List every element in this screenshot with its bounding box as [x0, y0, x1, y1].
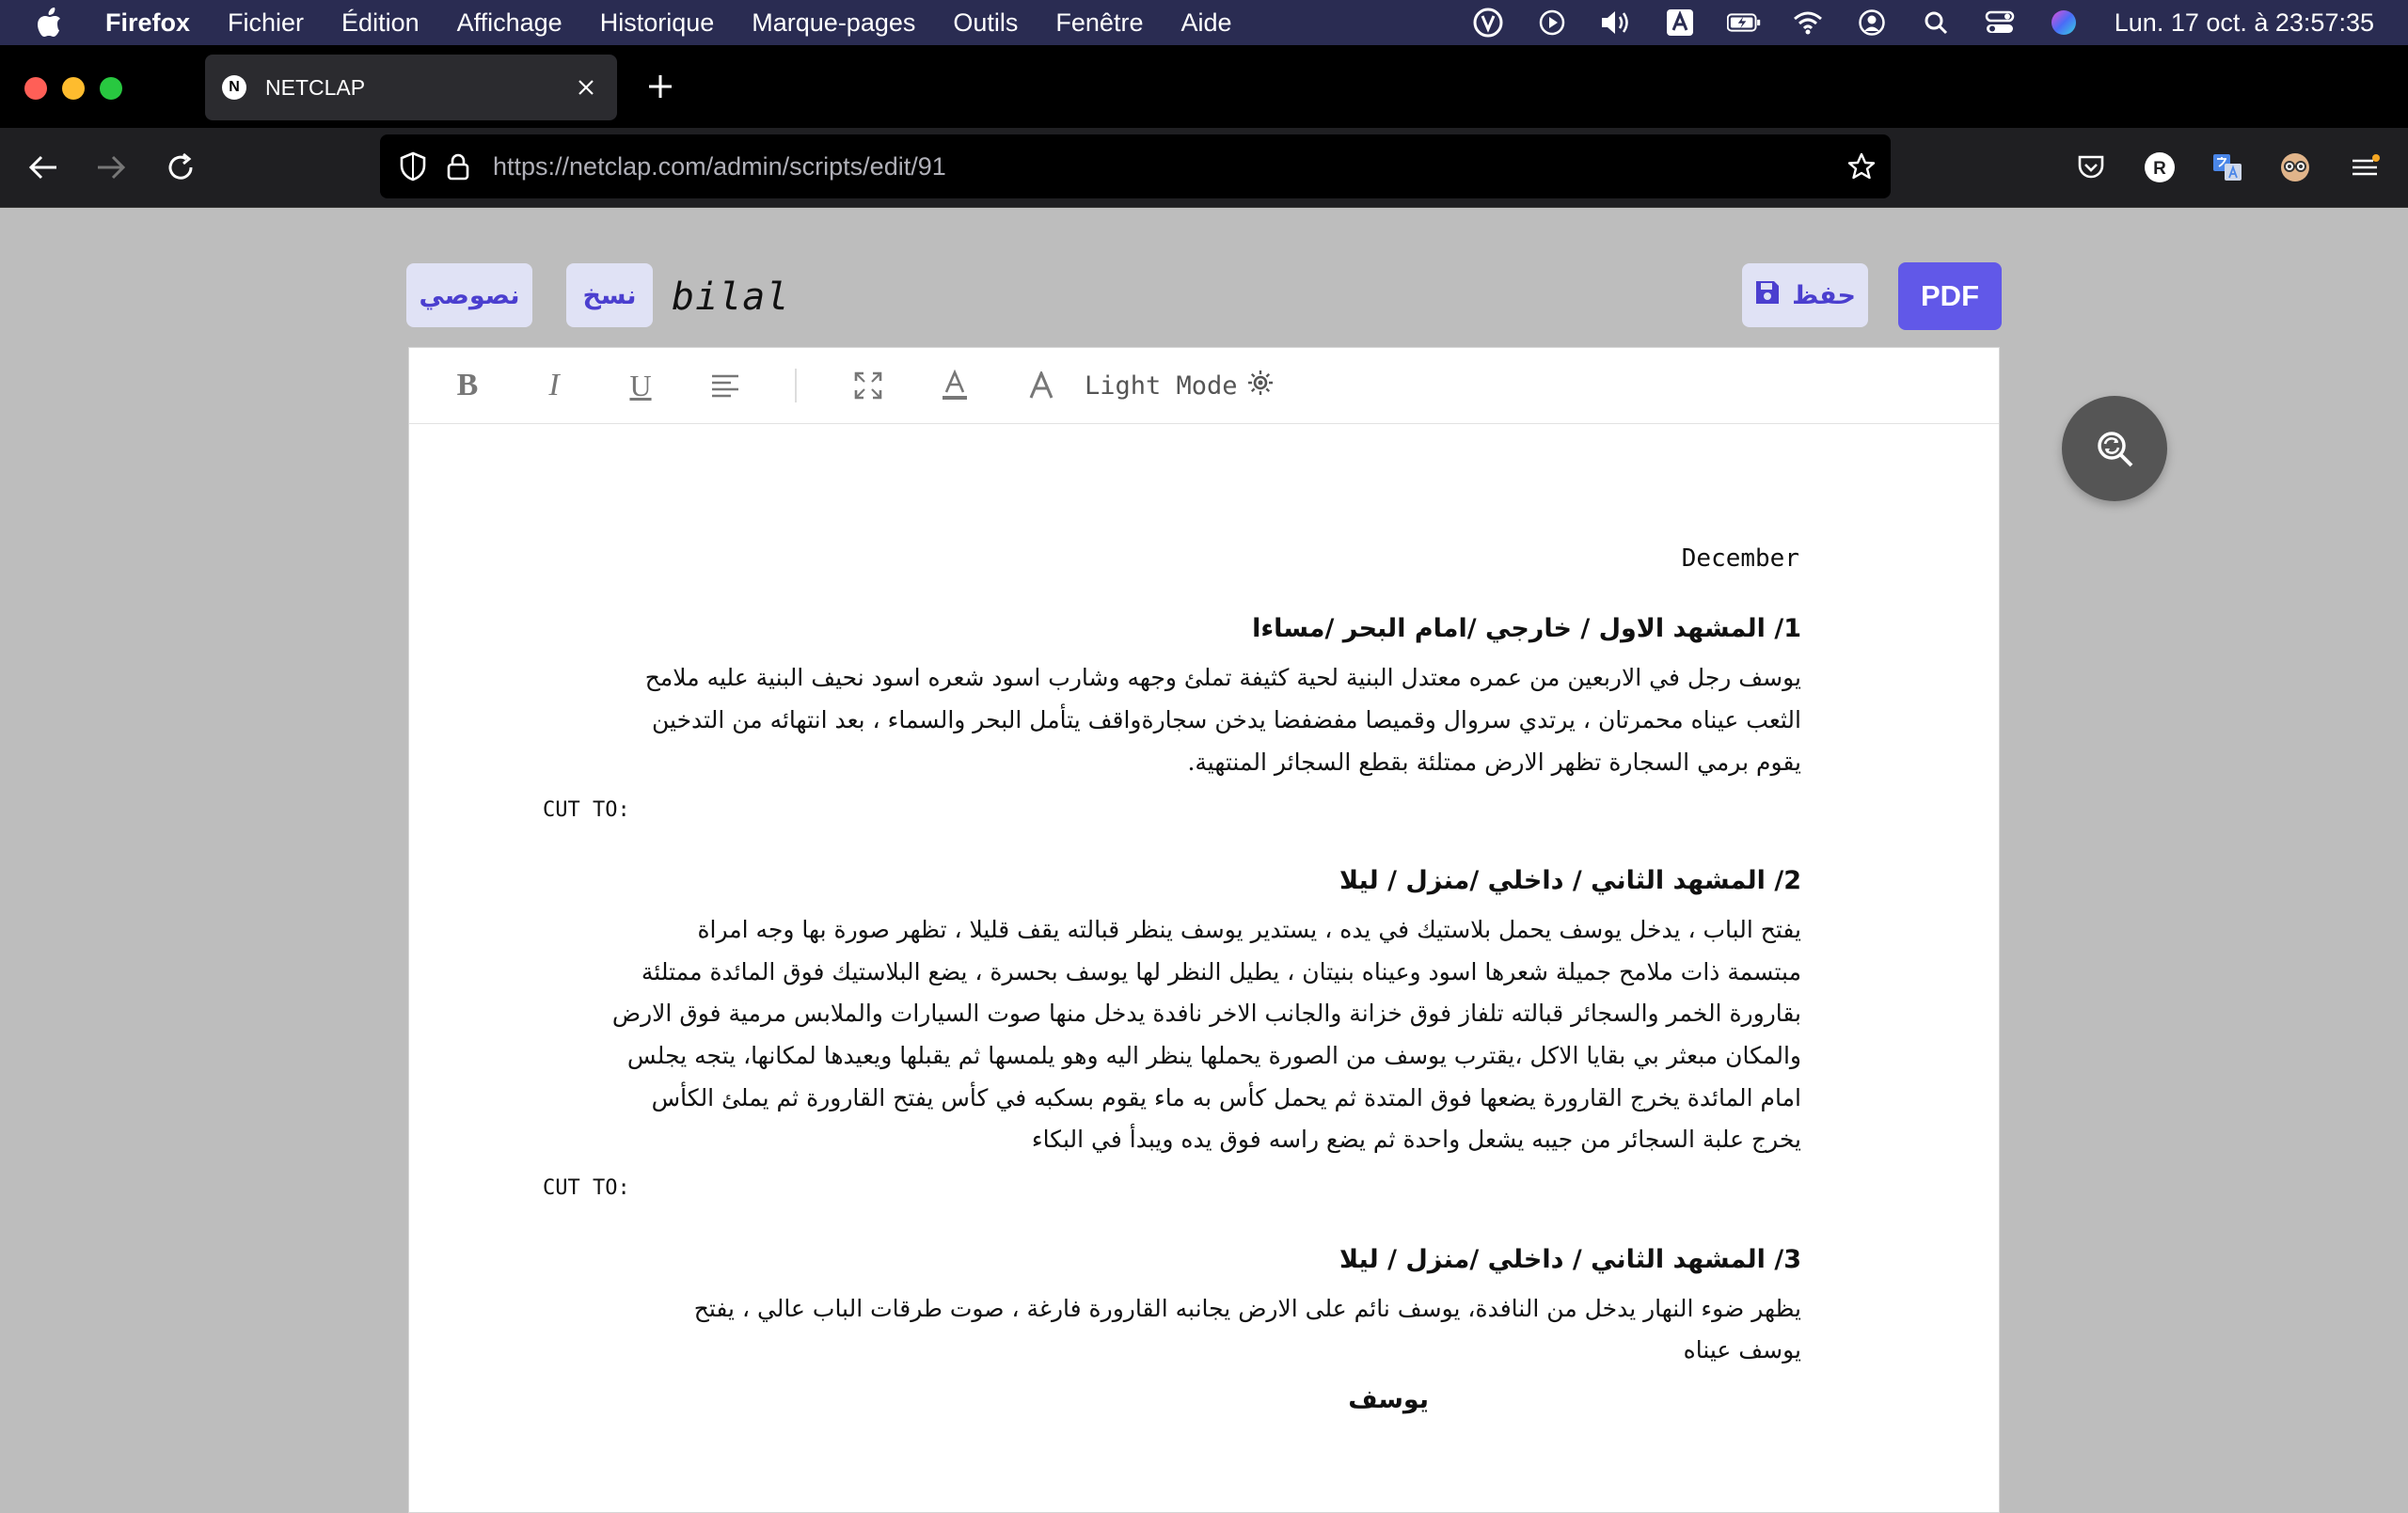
url-host: https://netclap.com [493, 151, 706, 181]
scene-1-line: يقوم برمي السجارة تظهر الارض ممتلئة بقطع… [1187, 749, 1801, 776]
scene-2-line: يخرج علبة السجائر من جيبه يشعل واحدة ثم … [1031, 1126, 1801, 1153]
scene-2-line: امام المائدة يخرج القارورة يضعها فوق الم… [651, 1084, 1801, 1111]
vpn-icon[interactable] [1471, 6, 1505, 39]
app-menu-icon[interactable] [2346, 149, 2384, 186]
window-close-button[interactable] [24, 77, 47, 100]
scene-2-line: يفتح الباب ، يدخل يوسف يحمل بلاستيك في ي… [697, 916, 1801, 943]
align-left-icon[interactable] [705, 365, 746, 406]
apple-icon[interactable] [36, 8, 73, 38]
my-scripts-button[interactable]: نصوصي [406, 263, 532, 327]
menu-fenetre[interactable]: Fenêtre [1055, 8, 1143, 38]
menu-outils[interactable]: Outils [953, 8, 1018, 38]
browser-tab-bar: N NETCLAP [0, 45, 2408, 128]
sun-icon [1247, 370, 1274, 402]
scene-3-line: يظهر ضوء النهار يدخل من النافدة، يوسف نا… [693, 1295, 1801, 1322]
menu-historique[interactable]: Historique [600, 8, 715, 38]
new-tab-plus-icon[interactable] [645, 71, 675, 102]
scene-2-line: مبتسمة ذات ملامح جميلة شعرها اسود وعيناه… [641, 958, 1801, 985]
copy-button[interactable]: نسخ [566, 263, 653, 327]
window-zoom-button[interactable] [100, 77, 122, 100]
light-mode-toggle[interactable]: Light Mode [1085, 365, 1274, 406]
text-color-icon[interactable] [934, 365, 975, 406]
profile-r-icon[interactable]: R [2141, 149, 2178, 186]
scene-1-line: يوسف رجل في الاربعين من عمره معتدل البني… [644, 664, 1801, 691]
scene-2-line: بقارورة الخمر والسجائر قبالته تلفاز فوق … [611, 1000, 1801, 1027]
spotlight-search-icon[interactable] [1919, 6, 1953, 39]
save-floppy-icon [1754, 279, 1781, 312]
tab-close-icon[interactable] [572, 73, 600, 102]
menu-marque-pages[interactable]: Marque-pages [752, 8, 915, 38]
bookmark-star-icon[interactable] [1846, 150, 1877, 182]
siri-icon[interactable] [2047, 6, 2081, 39]
font-size-icon[interactable] [1021, 365, 1062, 406]
url-text[interactable]: https://netclap.com/admin/scripts/edit/9… [493, 152, 946, 181]
battery-icon[interactable] [1726, 6, 1761, 39]
fullscreen-icon[interactable] [848, 365, 889, 406]
macos-menubar: Firefox Fichier Édition Affichage Histor… [0, 0, 2408, 45]
wifi-icon[interactable] [1791, 6, 1825, 39]
save-button[interactable]: حفظ [1742, 263, 1868, 327]
menubar-clock[interactable]: Lun. 17 oct. à 23:57:35 [2115, 8, 2374, 38]
page-content: نصوصي نسخ bilal حفظ PDF B I U Light Mode… [0, 208, 2408, 1513]
search-refresh-icon [2098, 432, 2133, 467]
zoom-search-button[interactable] [2062, 396, 2167, 501]
toolbar-divider [795, 369, 797, 402]
profile-letter: R [2153, 159, 2166, 179]
menu-app-firefox[interactable]: Firefox [105, 8, 190, 38]
save-label: حفظ [1792, 280, 1856, 310]
extension-glasses-icon[interactable] [2276, 149, 2314, 186]
script-month: December [1681, 544, 1799, 573]
translate-icon[interactable] [2209, 149, 2246, 186]
url-path: /admin/scripts/edit/91 [705, 151, 946, 181]
script-title[interactable]: bilal [672, 276, 789, 319]
play-icon[interactable] [1535, 6, 1569, 39]
padlock-icon[interactable] [442, 150, 474, 182]
scene-3-line: يوسف عيناه [1683, 1336, 1801, 1363]
scene-1-line: الثعب عيناه محمرتان ، يرتدي سروال وقميصا… [652, 706, 1801, 733]
scene-3-character: يوسف [1348, 1385, 1429, 1414]
tab-title: NETCLAP [265, 74, 366, 100]
scene-3-heading: 3/ المشهد الثاني / داخلي /منزل / ليلا [1339, 1245, 1801, 1274]
editor-toolbar: B I U Light Mode [409, 348, 1999, 424]
back-arrow-icon[interactable] [24, 149, 62, 186]
user-account-icon[interactable] [1855, 6, 1889, 39]
script-editor: B I U Light Mode December 1/ المشهد الاو… [408, 347, 2000, 1513]
scene-2-transition: CUT TO: [543, 1176, 630, 1200]
browser-nav-bar: https://netclap.com/admin/scripts/edit/9… [0, 128, 2408, 208]
shield-icon[interactable] [397, 150, 429, 182]
underline-button[interactable]: U [620, 365, 661, 406]
pdf-export-button[interactable]: PDF [1898, 262, 2002, 330]
scene-1-transition: CUT TO: [543, 798, 630, 822]
forward-arrow-icon[interactable] [92, 149, 130, 186]
url-bar[interactable]: https://netclap.com/admin/scripts/edit/9… [380, 134, 1891, 198]
bold-button[interactable]: B [447, 365, 488, 406]
menu-edition[interactable]: Édition [341, 8, 420, 38]
reload-icon[interactable] [162, 149, 199, 186]
control-center-icon[interactable] [1983, 6, 2017, 39]
pocket-icon[interactable] [2072, 149, 2110, 186]
volume-icon[interactable] [1599, 6, 1633, 39]
light-mode-label: Light Mode [1085, 370, 1238, 401]
italic-button[interactable]: I [533, 365, 575, 406]
netclap-favicon-icon: N [222, 75, 246, 100]
scene-2-heading: 2/ المشهد الثاني / داخلي /منزل / ليلا [1339, 866, 1801, 895]
scene-1-heading: 1/ المشهد الاول / خارجي /امام البحر /مسا… [1252, 614, 1801, 643]
scene-2-line: والمكان مبعثر بي بقايا الاكل ،يقترب يوسف… [626, 1042, 1801, 1069]
menu-affichage[interactable]: Affichage [457, 8, 562, 38]
browser-tab-netclap[interactable]: N NETCLAP [205, 55, 617, 120]
input-source-icon[interactable] [1663, 6, 1697, 39]
window-minimize-button[interactable] [62, 77, 85, 100]
menu-aide[interactable]: Aide [1180, 8, 1231, 38]
menu-fichier[interactable]: Fichier [228, 8, 304, 38]
